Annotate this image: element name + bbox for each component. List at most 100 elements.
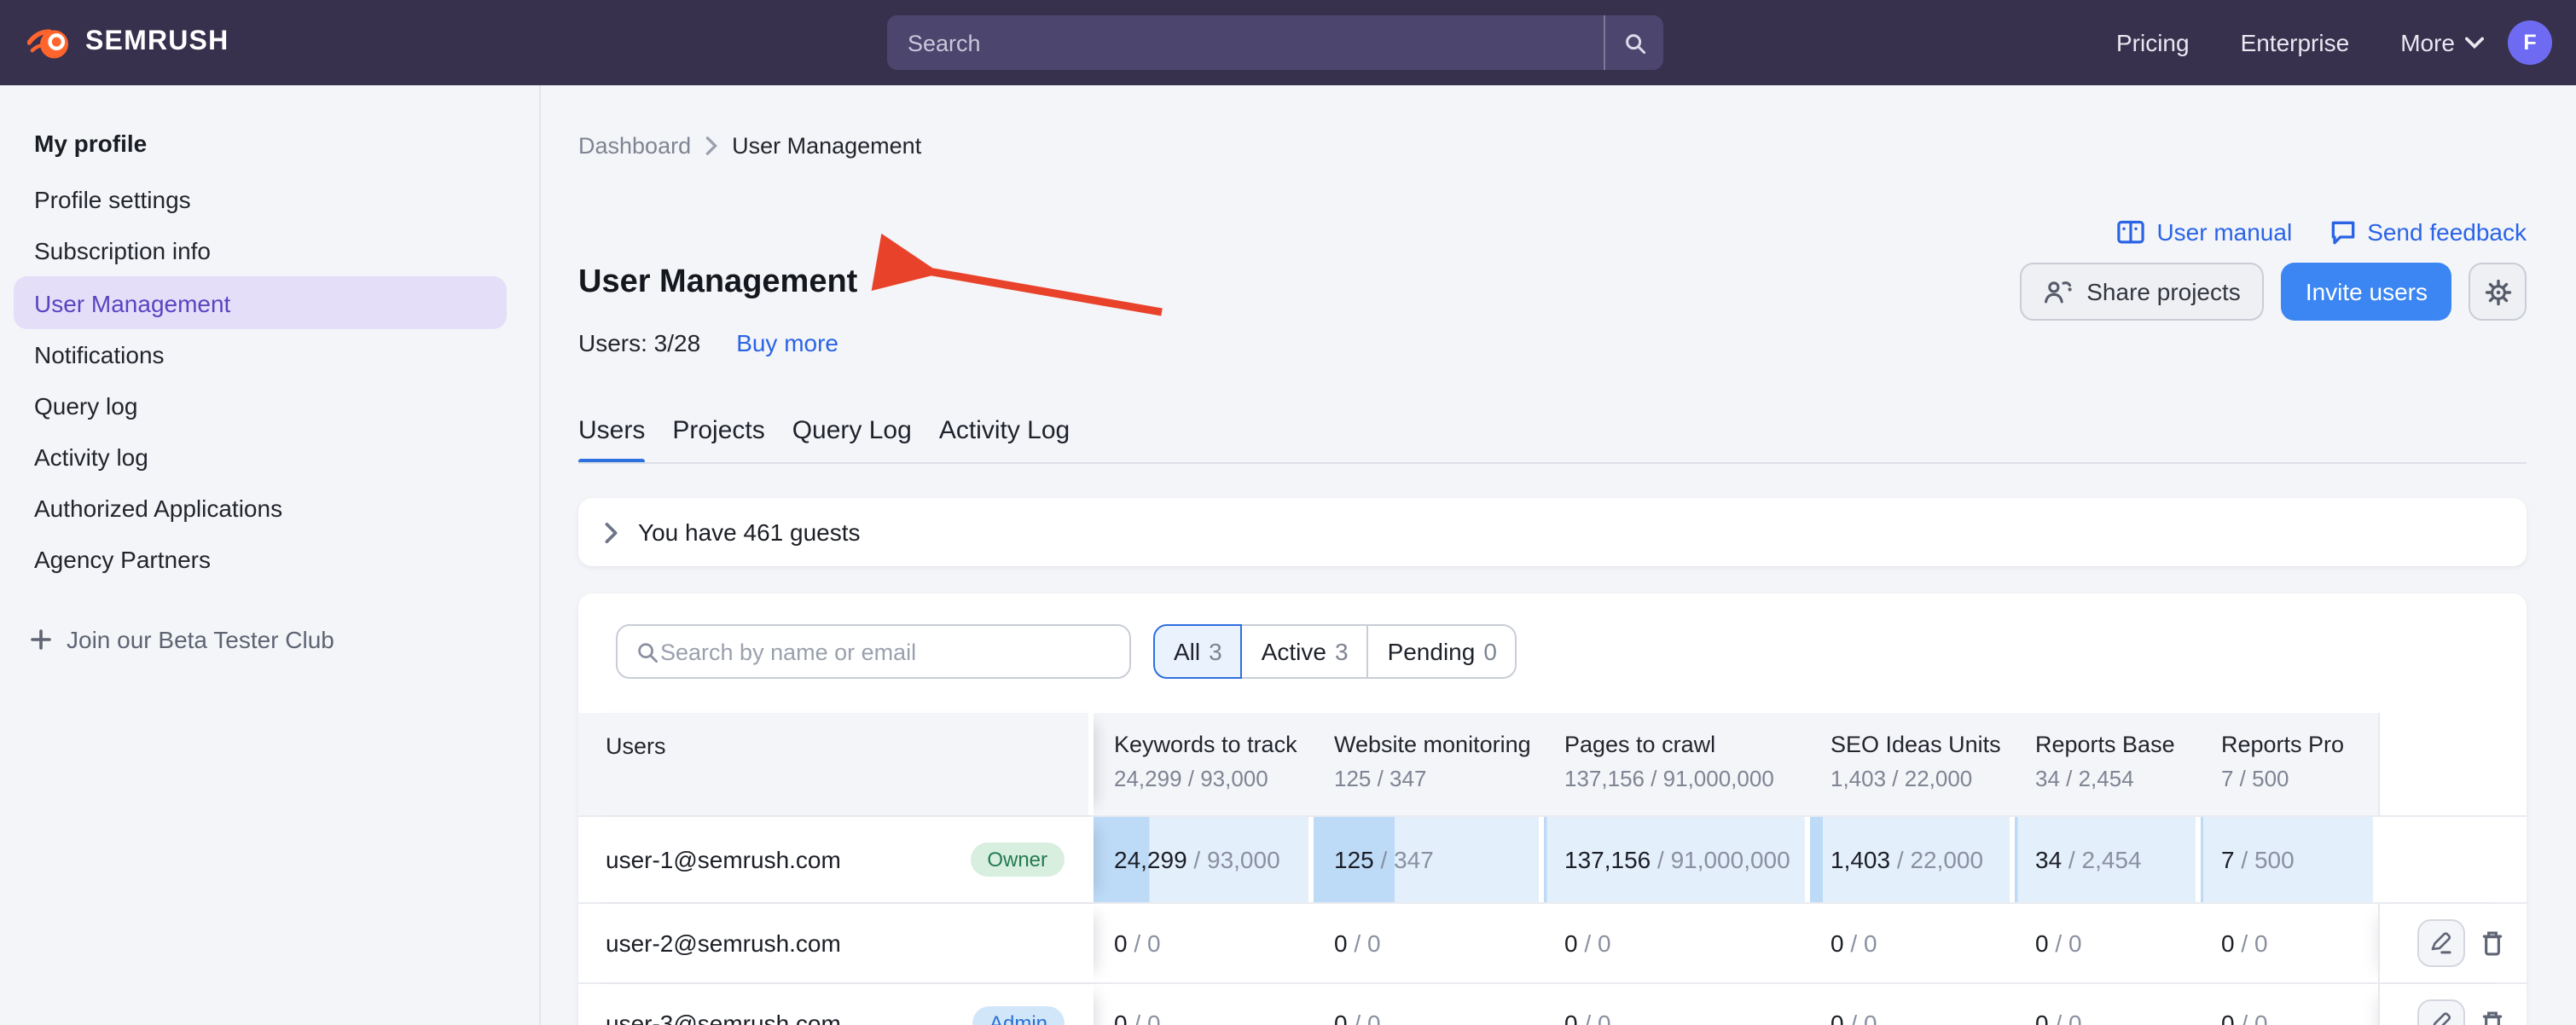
sidebar-item-agency-partners[interactable]: Agency Partners xyxy=(0,534,539,585)
tab-users[interactable]: Users xyxy=(578,416,645,464)
chevron-right-icon xyxy=(705,136,718,155)
sidebar-heading: My profile xyxy=(34,130,539,157)
usage-cell: 0 / 0 xyxy=(1544,984,1810,1025)
avatar[interactable]: F xyxy=(2508,20,2552,65)
usage-cell: 0 / 0 xyxy=(1314,904,1544,982)
nav-enterprise[interactable]: Enterprise xyxy=(2241,29,2350,56)
usage-cell: 34 / 2,454 xyxy=(2015,817,2201,902)
status-filter: All3Active3Pending0 xyxy=(1153,624,1517,679)
table-row: user-3@semrush.com Admin 0 / 00 / 00 / 0… xyxy=(578,982,2527,1025)
search-icon xyxy=(635,639,660,664)
row-actions xyxy=(2378,984,2527,1025)
users-count: Users: 3/28 xyxy=(578,329,700,356)
usage-cell: 0 / 0 xyxy=(2201,904,2378,982)
role-badge: Admin xyxy=(972,1006,1065,1025)
column-header: SEO Ideas Units1,403 / 22,000 xyxy=(1810,713,2015,815)
filter-segment-pending[interactable]: Pending0 xyxy=(1369,624,1517,679)
main-content: Dashboard User Management User manual Se… xyxy=(541,85,2576,1025)
usage-cell: 0 / 0 xyxy=(2201,984,2378,1025)
column-header: Reports Pro7 / 500 xyxy=(2201,713,2378,815)
sidebar-item-user-management[interactable]: User Management xyxy=(14,276,507,329)
table-row: user-2@semrush.com 0 / 00 / 00 / 00 / 00… xyxy=(578,902,2527,982)
sidebar-item-beta-club[interactable]: Join our Beta Tester Club xyxy=(31,626,539,653)
row-actions xyxy=(2378,904,2527,982)
guests-banner-text: You have 461 guests xyxy=(638,518,861,546)
usage-cell: 0 / 0 xyxy=(2015,984,2201,1025)
nav-pricing[interactable]: Pricing xyxy=(2116,29,2190,56)
semrush-logo[interactable]: SEMRUSH xyxy=(27,24,229,61)
search-icon[interactable] xyxy=(1604,15,1663,70)
user-email: user-1@semrush.com xyxy=(606,846,841,873)
users-table: Users Keywords to track24,299 / 93,000We… xyxy=(578,713,2527,1025)
header-buttons: Share projects Invite users xyxy=(2020,263,2527,321)
share-projects-button[interactable]: Share projects xyxy=(2020,263,2265,321)
book-icon xyxy=(2117,219,2144,245)
sidebar-item-authorized-applications[interactable]: Authorized Applications xyxy=(0,483,539,534)
user-email: user-3@semrush.com xyxy=(606,1010,841,1025)
plus-icon xyxy=(31,629,51,650)
table-header: Users Keywords to track24,299 / 93,000We… xyxy=(578,713,2527,815)
column-header-users: Users xyxy=(578,713,1094,815)
usage-cell: 0 / 0 xyxy=(1544,904,1810,982)
breadcrumb-current: User Management xyxy=(732,133,921,159)
invite-users-button[interactable]: Invite users xyxy=(2282,263,2451,321)
usage-cell: 7 / 500 xyxy=(2201,817,2378,902)
row-actions-empty xyxy=(2378,817,2527,902)
app: SEMRUSH Pricing Enterprise More F My pro… xyxy=(0,0,2576,1025)
usage-cell: 0 / 0 xyxy=(1094,984,1314,1025)
top-bar: SEMRUSH Pricing Enterprise More F xyxy=(0,0,2576,85)
tab-projects[interactable]: Projects xyxy=(672,416,764,464)
global-search-input[interactable] xyxy=(887,30,1604,55)
guests-banner[interactable]: You have 461 guests xyxy=(578,498,2527,566)
tab-query-log[interactable]: Query Log xyxy=(792,416,912,464)
delete-user-button[interactable] xyxy=(2480,929,2504,957)
tabs: Users Projects Query Log Activity Log xyxy=(578,416,1070,464)
sidebar-item-subscription-info[interactable]: Subscription info xyxy=(0,225,539,276)
user-email: user-2@semrush.com xyxy=(606,929,841,957)
column-header: Website monitoring125 / 347 xyxy=(1314,713,1544,815)
user-search-input[interactable] xyxy=(660,639,1129,664)
user-manual-link[interactable]: User manual xyxy=(2117,218,2292,246)
filter-segment-all[interactable]: All3 xyxy=(1153,624,1243,679)
edit-user-button[interactable] xyxy=(2417,999,2465,1025)
user-cell: user-3@semrush.com Admin xyxy=(578,984,1094,1025)
column-header: Keywords to track24,299 / 93,000 xyxy=(1094,713,1314,815)
people-icon xyxy=(2044,280,2073,304)
feedback-bubble-icon xyxy=(2329,219,2355,245)
chevron-right-icon[interactable] xyxy=(604,521,619,543)
user-cell: user-1@semrush.com Owner xyxy=(578,817,1094,902)
usage-cell: 137,156 / 91,000,000 xyxy=(1544,817,1810,902)
sidebar: My profile Profile settingsSubscription … xyxy=(0,85,541,1025)
pencil-icon xyxy=(2429,931,2453,955)
buy-more-link[interactable]: Buy more xyxy=(736,329,838,356)
send-feedback-link[interactable]: Send feedback xyxy=(2329,218,2527,246)
column-header-actions xyxy=(2378,713,2527,815)
user-cell: user-2@semrush.com xyxy=(578,904,1094,982)
users-card: All3Active3Pending0 Users Keywords to tr… xyxy=(578,594,2527,1025)
tabs-divider xyxy=(578,462,2527,464)
column-header: Pages to crawl137,156 / 91,000,000 xyxy=(1544,713,1810,815)
brand-name: SEMRUSH xyxy=(85,27,229,58)
sidebar-item-query-log[interactable]: Query log xyxy=(0,380,539,431)
breadcrumb-dashboard[interactable]: Dashboard xyxy=(578,133,691,159)
table-row: user-1@semrush.com Owner 24,299 / 93,000… xyxy=(578,815,2527,902)
chevron-down-icon xyxy=(2465,36,2484,49)
gear-icon xyxy=(2483,277,2512,306)
settings-button[interactable] xyxy=(2469,263,2527,321)
top-nav: Pricing Enterprise More xyxy=(2116,0,2484,85)
sidebar-item-notifications[interactable]: Notifications xyxy=(0,329,539,380)
usage-cell: 24,299 / 93,000 xyxy=(1094,817,1314,902)
edit-user-button[interactable] xyxy=(2417,919,2465,967)
sidebar-item-profile-settings[interactable]: Profile settings xyxy=(0,174,539,225)
filter-segment-active[interactable]: Active3 xyxy=(1243,624,1369,679)
breadcrumb: Dashboard User Management xyxy=(578,133,921,159)
usage-cell: 1,403 / 22,000 xyxy=(1810,817,2015,902)
delete-user-button[interactable] xyxy=(2480,1010,2504,1025)
nav-more[interactable]: More xyxy=(2400,29,2484,56)
column-header: Reports Base34 / 2,454 xyxy=(2015,713,2201,815)
user-search xyxy=(616,624,1131,679)
usage-cell: 0 / 0 xyxy=(2015,904,2201,982)
global-search xyxy=(887,15,1663,70)
tab-activity-log[interactable]: Activity Log xyxy=(939,416,1070,464)
sidebar-item-activity-log[interactable]: Activity log xyxy=(0,431,539,483)
